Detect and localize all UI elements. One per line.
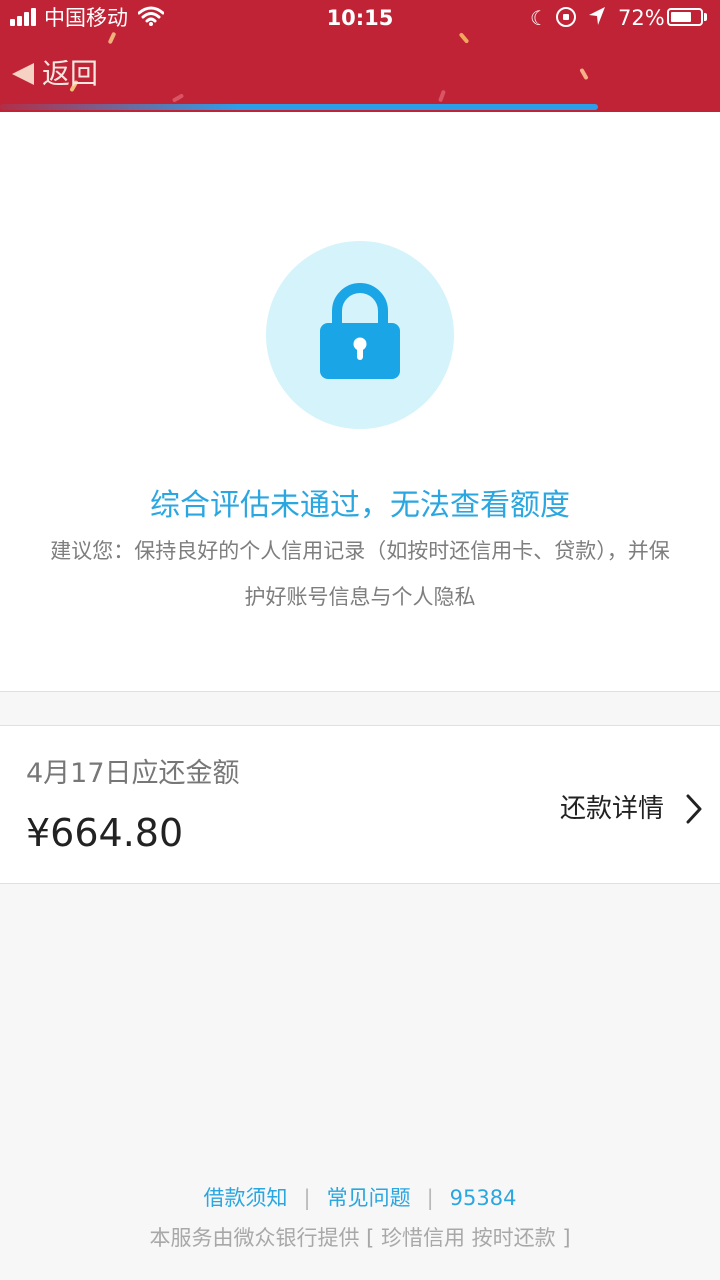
status-bar: 中国移动 10:15 ☾ 72%	[0, 0, 720, 38]
result-description: 建议您：保持良好的个人信用记录（如按时还信用卡、贷款），并保护好账号信息与个人隐…	[50, 539, 670, 609]
battery-icon	[667, 8, 703, 26]
footer-link-hotline[interactable]: 95384	[450, 1186, 517, 1210]
battery-tip	[704, 13, 707, 21]
battery-percent: 72%	[618, 6, 665, 30]
confetti-decoration	[438, 89, 446, 103]
result-title: 综合评估未通过，无法查看额度	[150, 488, 570, 523]
status-time: 10:15	[326, 6, 394, 30]
location-arrow-icon	[588, 6, 606, 31]
footer-link-loan-notice[interactable]: 借款须知	[204, 1186, 288, 1210]
repayment-due-label: 4月17日应还金额	[26, 758, 240, 789]
footer: 借款须知 | 常见问题 | 95384 本服务由微众银行提供 [ 珍惜信用 按时还款 ]	[0, 1180, 720, 1256]
confetti-decoration	[171, 93, 185, 103]
battery-level	[671, 12, 691, 22]
chevron-right-icon	[686, 794, 702, 824]
lock-badge	[266, 241, 454, 429]
footer-separator: |	[303, 1186, 311, 1210]
footer-provider-note: 本服务由微众银行提供 [ 珍惜信用 按时还款 ]	[149, 1226, 571, 1250]
back-button[interactable]: 返回	[12, 54, 98, 94]
progress-fill	[0, 104, 598, 110]
page-load-progress	[0, 104, 720, 110]
back-arrow-icon	[12, 63, 34, 85]
repayment-card[interactable]: 4月17日应还金额 ¥664.80 还款详情	[0, 725, 720, 884]
footer-links: 借款须知 | 常见问题 | 95384	[0, 1180, 720, 1216]
footer-link-faq[interactable]: 常见问题	[327, 1186, 411, 1210]
app-header: 中国移动 10:15 ☾ 72% 返回	[0, 0, 720, 112]
back-label: 返回	[42, 57, 99, 90]
repayment-detail-link[interactable]: 还款详情	[560, 784, 702, 834]
confetti-decoration	[579, 67, 589, 81]
lock-icon	[320, 283, 400, 379]
repayment-detail-label: 还款详情	[559, 794, 664, 824]
rotation-lock-icon	[556, 7, 576, 27]
moon-icon: ☾	[530, 6, 548, 30]
repayment-amount: ¥664.80	[26, 811, 184, 855]
credit-result-card: 综合评估未通过，无法查看额度 建议您：保持良好的个人信用记录（如按时还信用卡、贷…	[0, 112, 720, 692]
footer-separator: |	[426, 1186, 434, 1210]
